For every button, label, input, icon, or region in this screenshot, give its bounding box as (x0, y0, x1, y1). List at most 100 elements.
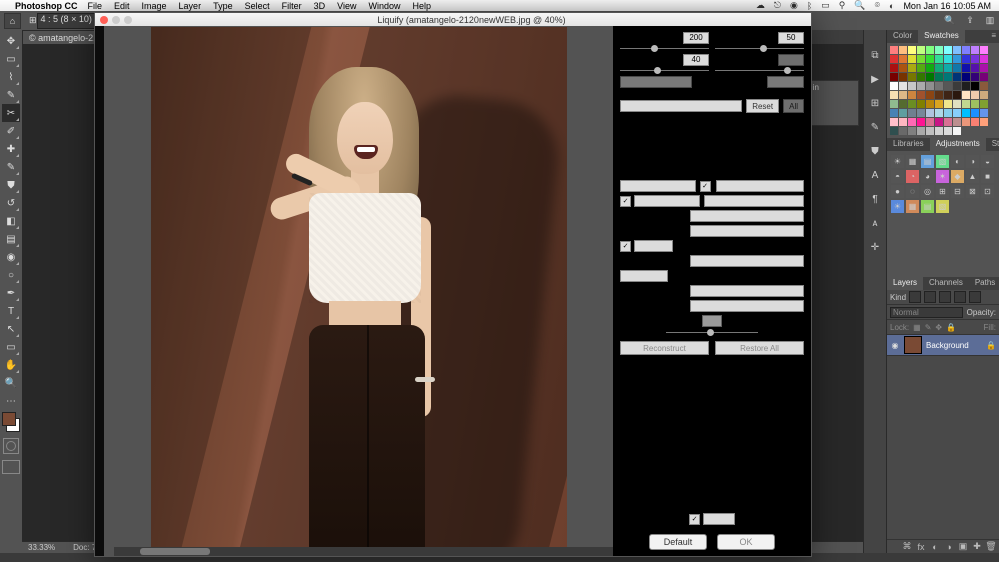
swatch[interactable] (971, 100, 979, 108)
adjustment-preset[interactable]: ◑ (966, 155, 979, 168)
adjustment-preset[interactable]: ▧ (936, 200, 949, 213)
swatch[interactable] (935, 118, 943, 126)
lock-paint-icon[interactable]: ✎ (925, 323, 932, 332)
swatch[interactable] (944, 73, 952, 81)
navigator-panel-icon[interactable]: ✛ (868, 240, 882, 254)
swatch[interactable] (890, 91, 898, 99)
adjustment-preset[interactable]: ▲ (966, 170, 979, 183)
show-image-checkbox[interactable]: ✓ (620, 241, 631, 252)
dev-icon[interactable]: ⎋ (774, 0, 781, 11)
adjustment-preset[interactable]: ◒ (981, 155, 994, 168)
foreground-color-swatch[interactable] (2, 412, 16, 426)
swatch[interactable] (890, 73, 898, 81)
adjustment-preset[interactable]: ◓ (891, 170, 904, 183)
swatch[interactable] (926, 118, 934, 126)
swatch[interactable] (926, 46, 934, 54)
control-center-icon[interactable]: ⌾ (875, 0, 880, 11)
swatch[interactable] (917, 118, 925, 126)
shield-icon[interactable]: ◉ (790, 0, 798, 11)
pen-tool-icon[interactable]: ✒ (2, 284, 20, 302)
clone-panel-icon[interactable]: ⛊ (868, 144, 882, 158)
properties-panel-icon[interactable]: ⊞ (868, 96, 882, 110)
swatch[interactable] (926, 109, 934, 117)
swatch[interactable] (926, 73, 934, 81)
adjustment-preset[interactable]: ◔ (906, 170, 919, 183)
swatch[interactable] (971, 55, 979, 63)
type-tool-icon[interactable]: T (2, 302, 20, 320)
reconstruct-button[interactable]: Reconstruct (620, 341, 709, 355)
swatch[interactable] (908, 46, 916, 54)
menu-edit[interactable]: Edit (114, 1, 130, 11)
swatch[interactable] (899, 73, 907, 81)
new-adjustment-icon[interactable]: ◑ (944, 542, 954, 552)
swatch[interactable] (944, 64, 952, 72)
reconstruct-amount-input[interactable] (702, 315, 722, 327)
swatch[interactable] (917, 91, 925, 99)
swatch[interactable] (953, 91, 961, 99)
swatch[interactable] (935, 91, 943, 99)
swatches-tab[interactable]: Swatches (918, 30, 965, 43)
search-icon[interactable]: 🔍 (854, 0, 865, 11)
adjustment-preset[interactable]: ⊟ (951, 185, 964, 198)
adjustment-preset[interactable]: ● (891, 185, 904, 198)
brush-density-slider[interactable] (715, 46, 804, 51)
swatch[interactable] (926, 127, 934, 135)
brush-pressure-slider[interactable] (620, 68, 709, 73)
swatch[interactable] (944, 100, 952, 108)
swatch[interactable] (935, 73, 943, 81)
default-button[interactable]: Default (649, 534, 707, 550)
menu-view[interactable]: View (337, 1, 356, 11)
swatch[interactable] (917, 100, 925, 108)
liquify-titlebar[interactable]: Liquify (amatangelo-2120newWEB.jpg @ 40%… (95, 13, 811, 26)
swatch[interactable] (944, 55, 952, 63)
swatch[interactable] (962, 82, 970, 90)
eraser-tool-icon[interactable]: ◧ (2, 212, 20, 230)
history-brush-tool-icon[interactable]: ↺ (2, 194, 20, 212)
swatch[interactable] (917, 46, 925, 54)
adjustment-preset[interactable]: ▤ (921, 155, 934, 168)
marquee-tool-icon[interactable]: ▭ (2, 50, 20, 68)
reconstruct-amount-slider[interactable] (666, 330, 758, 335)
gradient-tool-icon[interactable]: ▤ (2, 230, 20, 248)
ok-button[interactable]: OK (717, 534, 775, 550)
path-tool-icon[interactable]: ↖ (2, 320, 20, 338)
new-layer-icon[interactable]: ✚ (972, 542, 982, 552)
swatch[interactable] (899, 55, 907, 63)
swatch[interactable] (908, 82, 916, 90)
swatch[interactable] (917, 82, 925, 90)
hand-tool-icon[interactable]: ✋ (2, 356, 20, 374)
brush-size-slider[interactable] (620, 46, 709, 51)
layers-tab[interactable]: Layers (887, 277, 923, 290)
libraries-tab[interactable]: Libraries (887, 138, 930, 151)
swatch[interactable] (908, 100, 916, 108)
swatch[interactable] (971, 73, 979, 81)
filter-smart-icon[interactable] (969, 291, 981, 303)
adjustment-preset[interactable]: ◕ (921, 170, 934, 183)
swatch[interactable] (971, 46, 979, 54)
swatch[interactable] (971, 91, 979, 99)
adjustment-preset[interactable]: ⊠ (966, 185, 979, 198)
swatch[interactable] (962, 55, 970, 63)
dodge-tool-icon[interactable]: ○ (2, 266, 20, 284)
heal-tool-icon[interactable]: ✚ (2, 140, 20, 158)
swatch[interactable] (890, 82, 898, 90)
swatch[interactable] (926, 82, 934, 90)
image-option[interactable] (634, 240, 673, 252)
swatch[interactable] (971, 82, 979, 90)
menu-type[interactable]: Type (213, 1, 233, 11)
mesh-color-dropdown[interactable] (716, 180, 804, 192)
swatch[interactable] (953, 64, 961, 72)
menu-filter[interactable]: Filter (282, 1, 302, 11)
styles-tab[interactable]: Styles (986, 138, 999, 151)
swatch[interactable] (953, 82, 961, 90)
swatch[interactable] (908, 55, 916, 63)
swatch[interactable] (944, 118, 952, 126)
swatch[interactable] (935, 46, 943, 54)
swatch[interactable] (890, 64, 898, 72)
adjustment-preset[interactable]: ⊡ (981, 185, 994, 198)
swatch[interactable] (899, 109, 907, 117)
close-window-icon[interactable] (100, 16, 108, 24)
swatch[interactable] (890, 127, 898, 135)
bluetooth-icon[interactable]: ᛒ (807, 1, 812, 11)
swatch[interactable] (890, 118, 898, 126)
